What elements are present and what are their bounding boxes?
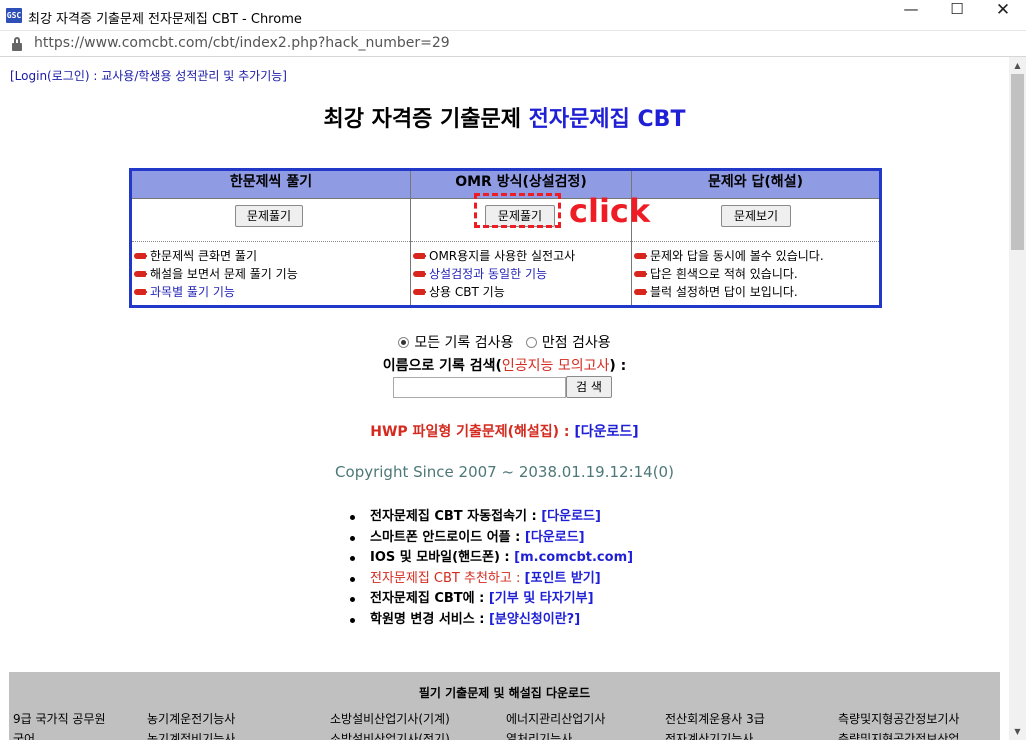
feature-list: OMR용지를 사용한 실전고사 상설검정과 동일한 기능 상용 CBT 기능 — [411, 247, 631, 301]
divider — [132, 241, 410, 242]
search-mode-radios: 모든 기록 검사용 만점 검사용 — [0, 332, 1009, 352]
pointing-hand-icon — [634, 271, 647, 277]
scroll-down-arrow-icon[interactable]: ▼ — [1009, 723, 1026, 740]
divider — [632, 241, 879, 242]
radio-all-label[interactable]: 모든 기록 검사용 — [414, 335, 513, 351]
feature-link[interactable]: 과목별 풀기 기능 — [132, 283, 410, 301]
solve-single-button[interactable]: 문제풀기 — [235, 205, 303, 227]
page-title-main: 최강 자격증 기출문제 — [323, 107, 529, 132]
pointing-hand-icon — [134, 289, 147, 295]
page-viewport: [Login(로그인) : 교사용/학생용 성적관리 및 추가기능] 최강 자격… — [0, 57, 1009, 740]
download-link[interactable]: 전자계산기기능사 — [665, 730, 753, 740]
app-icon: GSC — [6, 8, 22, 23]
close-button[interactable]: ✕ — [980, 0, 1026, 31]
radio-perfect-label[interactable]: 만점 검사용 — [542, 335, 611, 351]
radio-perfect-score[interactable] — [525, 337, 537, 348]
mobile-site-link[interactable]: [m.comcbt.com] — [514, 550, 633, 565]
download-link[interactable]: 에너지관리산업기사 — [506, 710, 605, 727]
download-link[interactable]: 농기계정비기능사 — [147, 730, 235, 740]
list-item: 학원명 변경 서비스 : [분양신청이란?] — [349, 610, 633, 631]
search-label: 이름으로 기록 검색(인공지능 모의고사) : — [382, 358, 627, 374]
download-link[interactable]: 전산회계운용사 3급 — [665, 710, 765, 727]
list-item: 전자문제집 CBT에 : [기부 및 타자기부] — [349, 589, 633, 610]
lock-icon — [12, 37, 22, 51]
download-link[interactable]: 국어 — [13, 730, 35, 740]
login-link[interactable]: [Login(로그인) : 교사용/학생용 성적관리 및 추가기능] — [10, 67, 287, 84]
ai-mock-exam-link[interactable]: 인공지능 모의고사 — [502, 358, 610, 374]
radio-all-records[interactable] — [398, 337, 410, 348]
feature-list: 한문제씩 큰화면 풀기 해설을 보면서 문제 풀기 기능 과목별 풀기 기능 — [132, 247, 410, 301]
feature-list: 문제와 답을 동시에 볼수 있습니다. 답은 흰색으로 적혀 있습니다. 블럭 … — [632, 247, 879, 301]
download-link[interactable]: 열처리기능사 — [506, 730, 572, 740]
pointing-hand-icon — [413, 253, 426, 259]
url-text[interactable]: https://www.comcbt.com/cbt/index2.php?ha… — [34, 35, 450, 51]
pointing-hand-icon — [134, 253, 147, 259]
service-list: 전자문제집 CBT 자동접속기 : [다운로드] 스마트폰 안드로이드 어플 :… — [349, 507, 633, 631]
vertical-scrollbar[interactable]: ▲ ▼ — [1009, 57, 1026, 740]
donation-link[interactable]: [기부 및 타자기부] — [489, 591, 594, 606]
download-link[interactable]: 측량및지형공간정보기사 — [838, 710, 959, 727]
auto-connector-download-link[interactable]: [다운로드] — [541, 509, 601, 524]
maximize-button[interactable]: ☐ — [934, 0, 980, 31]
download-link[interactable]: 소방설비산업기사(전기) — [330, 730, 450, 740]
list-item: 전자문제집 CBT 자동접속기 : [다운로드] — [349, 507, 633, 528]
feature-link[interactable]: 상설검정과 동일한 기능 — [411, 265, 631, 283]
downloads-panel: 필기 기출문제 및 해설집 다운로드 9급 국가직 공무원 농기계운전기능사 소… — [9, 672, 1000, 740]
feature-item: 상용 CBT 기능 — [411, 283, 631, 301]
window-titlebar: GSC 최강 자격증 기출문제 전자문제집 CBT - Chrome — ☐ ✕ — [0, 0, 1026, 31]
mode-header-answers: 문제와 답(해설) — [632, 171, 879, 199]
page-title-highlight: 전자문제집 CBT — [528, 107, 686, 132]
click-annotation: click — [569, 192, 651, 230]
feature-item: 해설을 보면서 문제 풀기 기능 — [132, 265, 410, 283]
download-link[interactable]: 측량및지형공간정보산업 — [838, 730, 959, 740]
list-item: IOS 및 모바일(핸드폰) : [m.comcbt.com] — [349, 548, 633, 569]
view-questions-button[interactable]: 문제보기 — [721, 205, 791, 227]
feature-item: 한문제씩 큰화면 풀기 — [132, 247, 410, 265]
pointing-hand-icon — [413, 271, 426, 277]
mode-column-answers: 문제와 답(해설) 문제보기 문제와 답을 동시에 볼수 있습니다. 답은 흰색… — [631, 171, 879, 305]
pointing-hand-icon — [413, 289, 426, 295]
feature-item: 문제와 답을 동시에 볼수 있습니다. — [632, 247, 879, 265]
downloads-title: 필기 기출문제 및 해설집 다운로드 — [418, 686, 591, 700]
pointing-hand-icon — [634, 289, 647, 295]
hwp-download-link[interactable]: [다운로드] — [574, 424, 638, 440]
click-highlight-box — [474, 193, 561, 228]
copyright-text: Copyright Since 2007 ~ 2038.01.19.12:14(… — [335, 463, 674, 481]
get-points-link[interactable]: [포인트 받기] — [525, 571, 601, 586]
download-link[interactable]: 9급 국가직 공무원 — [13, 710, 106, 727]
name-search-input[interactable] — [393, 377, 566, 398]
academy-rename-link[interactable]: [분양신청이란?] — [489, 612, 580, 627]
feature-item: 답은 흰색으로 적혀 있습니다. — [632, 265, 879, 283]
feature-item: 블럭 설정하면 답이 보입니다. — [632, 283, 879, 301]
divider — [411, 241, 631, 242]
window-title: 최강 자격증 기출문제 전자문제집 CBT - Chrome — [28, 12, 302, 27]
download-link[interactable]: 소방설비산업기사(기계) — [330, 710, 450, 727]
feature-item: OMR용지를 사용한 실전고사 — [411, 247, 631, 265]
hwp-download-line: HWP 파일형 기출문제(해설집) : [다운로드] — [370, 424, 639, 440]
scrollbar-thumb[interactable] — [1011, 74, 1024, 250]
mode-column-single: 한문제씩 풀기 문제풀기 한문제씩 큰화면 풀기 해설을 보면서 문제 풀기 기… — [132, 171, 410, 305]
scroll-up-arrow-icon[interactable]: ▲ — [1009, 57, 1026, 74]
address-bar: https://www.comcbt.com/cbt/index2.php?ha… — [0, 31, 1026, 57]
list-item: 전자문제집 CBT 추천하고 : [포인트 받기] — [349, 569, 633, 590]
mode-header-single: 한문제씩 풀기 — [132, 171, 410, 199]
page-title: 최강 자격증 기출문제 전자문제집 CBT — [0, 101, 1009, 133]
mode-table: 한문제씩 풀기 문제풀기 한문제씩 큰화면 풀기 해설을 보면서 문제 풀기 기… — [129, 168, 882, 308]
list-item: 스마트폰 안드로이드 어플 : [다운로드] — [349, 528, 633, 549]
download-link[interactable]: 농기계운전기능사 — [147, 710, 235, 727]
pointing-hand-icon — [134, 271, 147, 277]
minimize-button[interactable]: — — [888, 0, 934, 31]
search-button[interactable]: 검 색 — [566, 376, 612, 398]
android-app-download-link[interactable]: [다운로드] — [525, 530, 585, 545]
pointing-hand-icon — [634, 253, 647, 259]
